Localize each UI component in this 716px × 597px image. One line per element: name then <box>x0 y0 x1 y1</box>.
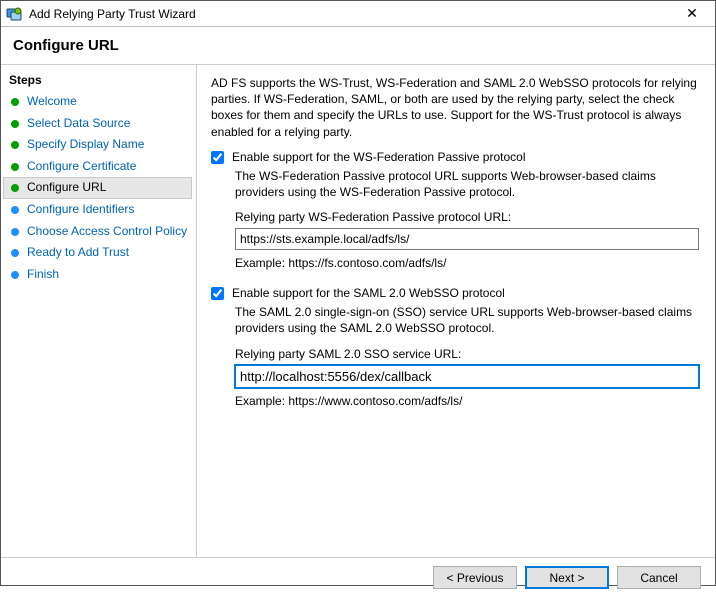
close-icon: ✕ <box>686 5 698 22</box>
saml-checkbox-label[interactable]: Enable support for the SAML 2.0 WebSSO p… <box>232 286 505 300</box>
step-label: Ready to Add Trust <box>27 245 129 261</box>
wsfed-url-input[interactable] <box>235 228 699 250</box>
step-select-data-source[interactable]: Select Data Source <box>1 113 196 135</box>
step-finish[interactable]: Finish <box>1 264 196 286</box>
step-bullet-icon <box>11 120 19 128</box>
steps-sidebar: Steps Welcome Select Data Source Specify D… <box>1 65 197 557</box>
step-label: Configure Identifiers <box>27 202 134 218</box>
content-pane: AD FS supports the WS-Trust, WS-Federati… <box>197 65 715 557</box>
saml-checkbox-row[interactable]: Enable support for the SAML 2.0 WebSSO p… <box>211 286 699 300</box>
app-icon <box>5 5 23 23</box>
step-label: Select Data Source <box>27 116 130 132</box>
wsfed-checkbox[interactable] <box>211 151 224 164</box>
step-bullet-icon <box>11 249 19 257</box>
footer: < Previous Next > Cancel <box>1 557 715 597</box>
step-bullet-icon <box>11 184 19 192</box>
saml-url-input[interactable] <box>235 365 699 388</box>
close-button[interactable]: ✕ <box>675 3 709 25</box>
wsfed-desc: The WS-Federation Passive protocol URL s… <box>235 168 699 200</box>
step-configure-certificate[interactable]: Configure Certificate <box>1 156 196 178</box>
saml-example: Example: https://www.contoso.com/adfs/ls… <box>235 394 699 408</box>
step-label: Finish <box>27 267 59 283</box>
wsfed-example: Example: https://fs.contoso.com/adfs/ls/ <box>235 256 699 270</box>
step-label: Welcome <box>27 94 77 110</box>
step-specify-display-name[interactable]: Specify Display Name <box>1 134 196 156</box>
steps-heading: Steps <box>1 71 196 91</box>
step-configure-identifiers[interactable]: Configure Identifiers <box>1 199 196 221</box>
step-ready-to-add-trust[interactable]: Ready to Add Trust <box>1 242 196 264</box>
saml-checkbox[interactable] <box>211 287 224 300</box>
step-welcome[interactable]: Welcome <box>1 91 196 113</box>
step-bullet-icon <box>11 228 19 236</box>
saml-field-label: Relying party SAML 2.0 SSO service URL: <box>235 347 699 361</box>
step-configure-url[interactable]: Configure URL <box>3 177 192 199</box>
intro-text: AD FS supports the WS-Trust, WS-Federati… <box>211 75 699 140</box>
wsfed-checkbox-label[interactable]: Enable support for the WS-Federation Pas… <box>232 150 525 164</box>
step-label: Configure Certificate <box>27 159 136 175</box>
step-bullet-icon <box>11 271 19 279</box>
wsfed-checkbox-row[interactable]: Enable support for the WS-Federation Pas… <box>211 150 699 164</box>
wsfed-field-label: Relying party WS-Federation Passive prot… <box>235 210 699 224</box>
step-label: Configure URL <box>27 180 106 196</box>
step-bullet-icon <box>11 163 19 171</box>
page-title: Configure URL <box>13 37 703 54</box>
step-choose-access-control-policy[interactable]: Choose Access Control Policy <box>1 221 196 243</box>
titlebar: Add Relying Party Trust Wizard ✕ <box>1 1 715 27</box>
step-label: Choose Access Control Policy <box>27 224 187 240</box>
step-bullet-icon <box>11 98 19 106</box>
saml-desc: The SAML 2.0 single-sign-on (SSO) servic… <box>235 304 699 336</box>
step-bullet-icon <box>11 206 19 214</box>
step-label: Specify Display Name <box>27 137 144 153</box>
page-header: Configure URL <box>1 27 715 65</box>
step-bullet-icon <box>11 141 19 149</box>
window-title: Add Relying Party Trust Wizard <box>29 7 675 21</box>
